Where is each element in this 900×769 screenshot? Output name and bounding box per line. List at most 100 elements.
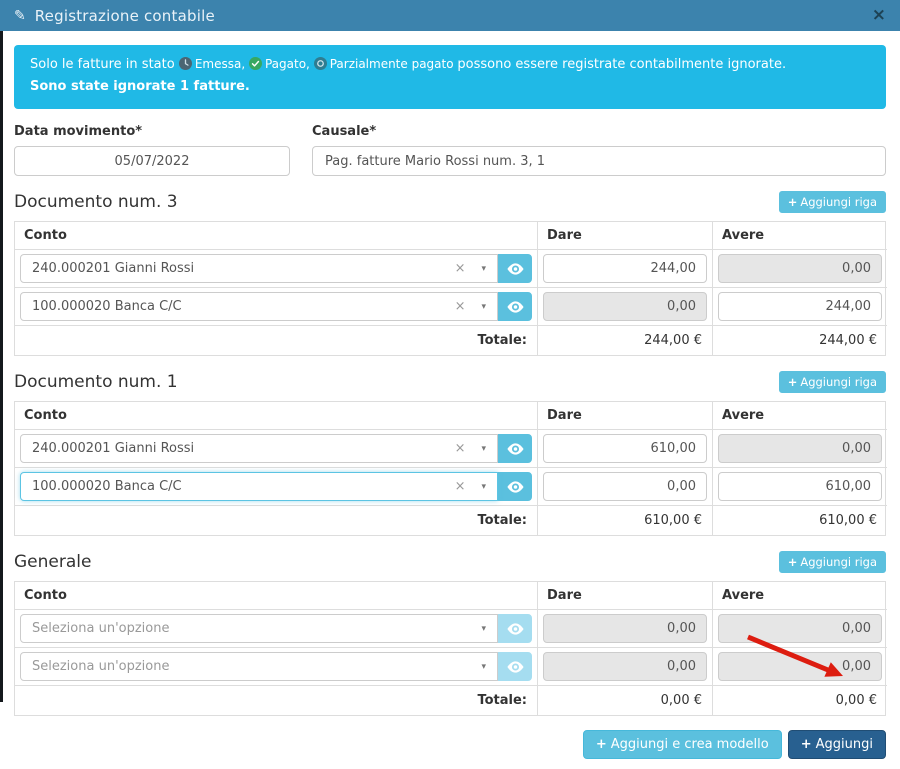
table-row: 240.000201 Gianni Rossi × ▾ (15, 249, 885, 287)
totale-dare: 610,00 € (537, 505, 712, 535)
top-form-row: Data movimento* Causale* (14, 124, 886, 176)
data-movimento-input[interactable] (14, 146, 290, 176)
data-movimento-field: Data movimento* (14, 124, 290, 176)
alert-line2: Sono state ignorate 1 fatture. (30, 76, 870, 98)
plus-icon: + (788, 375, 798, 389)
alert-suffix: possono essere registrate contabilmente … (457, 57, 786, 72)
view-account-button-disabled (498, 652, 532, 681)
view-account-button[interactable] (498, 472, 532, 501)
plus-icon: + (788, 195, 798, 209)
status-pagato: Pagato, (249, 57, 314, 71)
table-doc1: Conto Dare Avere 240.000201 Gianni Rossi… (14, 401, 886, 536)
avere-input (718, 652, 882, 681)
conto-group: 100.000020 Banca C/C × ▾ (20, 292, 532, 321)
section-doc1-title: Documento num. 1 (14, 372, 178, 392)
modal-backdrop-edge (0, 31, 3, 702)
conto-select[interactable]: 240.000201 Gianni Rossi × ▾ (20, 254, 498, 283)
check-circle-icon (249, 57, 262, 70)
plus-icon: + (788, 555, 798, 569)
totale-label: Totale: (15, 325, 537, 355)
dare-input[interactable] (543, 434, 707, 463)
eye-icon (507, 481, 524, 493)
eye-icon (507, 661, 524, 673)
conto-select[interactable]: 240.000201 Gianni Rossi × ▾ (20, 434, 498, 463)
totale-label: Totale: (15, 505, 537, 535)
partial-circle-icon (314, 57, 327, 70)
col-header-avere: Avere (712, 582, 887, 609)
info-alert: Solo le fatture in stato Emessa, Pagato,… (14, 45, 886, 109)
col-header-conto: Conto (15, 222, 537, 249)
add-row-button-doc1[interactable]: +Aggiungi riga (779, 371, 886, 393)
conto-select-placeholder: Seleziona un'opzione (32, 659, 481, 674)
totale-dare: 244,00 € (537, 325, 712, 355)
eye-icon (507, 301, 524, 313)
conto-select-value: 240.000201 Gianni Rossi (32, 441, 455, 456)
causale-label: Causale* (312, 124, 886, 139)
clear-icon[interactable]: × (455, 299, 466, 314)
conto-select-value: 100.000020 Banca C/C (32, 479, 455, 494)
pencil-icon: ✎ (14, 8, 26, 24)
table-generale: Conto Dare Avere Seleziona un'opzione ▾ (14, 581, 886, 716)
conto-select-empty[interactable]: Seleziona un'opzione ▾ (20, 614, 498, 643)
eye-icon (507, 623, 524, 635)
table-row: Seleziona un'opzione ▾ (15, 647, 885, 685)
chevron-down-icon: ▾ (481, 662, 486, 672)
col-header-avere: Avere (712, 402, 887, 429)
totale-row: Totale: 610,00 € 610,00 € (15, 505, 885, 535)
conto-select-empty[interactable]: Seleziona un'opzione ▾ (20, 652, 498, 681)
totale-dare: 0,00 € (537, 685, 712, 715)
dare-input (543, 292, 707, 321)
avere-input (718, 434, 882, 463)
dare-input[interactable] (543, 472, 707, 501)
section-doc3-title: Documento num. 3 (14, 192, 178, 212)
conto-select-focused[interactable]: 100.000020 Banca C/C × ▾ (20, 472, 498, 501)
view-account-button[interactable] (498, 254, 532, 283)
add-row-label: Aggiungi riga (800, 555, 877, 569)
dare-input (543, 614, 707, 643)
table-row: 240.000201 Gianni Rossi × ▾ (15, 429, 885, 467)
chevron-down-icon: ▾ (481, 444, 486, 454)
modal-body: Solo le fatture in stato Emessa, Pagato,… (0, 31, 900, 769)
close-icon[interactable]: × (872, 7, 886, 24)
section-doc1-header: Documento num. 1 +Aggiungi riga (14, 371, 886, 393)
avere-input[interactable] (718, 292, 882, 321)
causale-input[interactable] (312, 146, 886, 176)
table-header-row: Conto Dare Avere (15, 582, 885, 609)
col-header-avere: Avere (712, 222, 887, 249)
status-parzialmente-pagato: Parzialmente pagato (314, 57, 458, 71)
add-and-create-template-button[interactable]: + Aggiungi e crea modello (583, 730, 782, 759)
section-generale-header: Generale +Aggiungi riga (14, 551, 886, 573)
data-movimento-label: Data movimento* (14, 124, 290, 139)
add-button[interactable]: +Aggiungi (788, 730, 886, 759)
add-row-button-generale[interactable]: +Aggiungi riga (779, 551, 886, 573)
plus-icon: + (596, 737, 607, 752)
col-header-conto: Conto (15, 402, 537, 429)
conto-select[interactable]: 100.000020 Banca C/C × ▾ (20, 292, 498, 321)
modal-header: ✎ Registrazione contabile × (0, 0, 900, 31)
clear-icon[interactable]: × (455, 479, 466, 494)
view-account-button[interactable] (498, 292, 532, 321)
avere-input[interactable] (718, 472, 882, 501)
view-account-button[interactable] (498, 434, 532, 463)
status-emessa: Emessa, (179, 57, 249, 71)
status-pagato-label: Pagato, (265, 57, 310, 71)
add-row-label: Aggiungi riga (800, 195, 877, 209)
dare-input[interactable] (543, 254, 707, 283)
causale-field: Causale* (312, 124, 886, 176)
col-header-dare: Dare (537, 582, 712, 609)
plus-icon: + (801, 737, 812, 752)
view-account-button-disabled (498, 614, 532, 643)
conto-group: 240.000201 Gianni Rossi × ▾ (20, 254, 532, 283)
modal-footer: + Aggiungi e crea modello +Aggiungi (14, 730, 886, 759)
table-row: 100.000020 Banca C/C × ▾ (15, 287, 885, 325)
eye-icon (507, 443, 524, 455)
table-header-row: Conto Dare Avere (15, 222, 885, 249)
totale-row: Totale: 244,00 € 244,00 € (15, 325, 885, 355)
clear-icon[interactable]: × (455, 261, 466, 276)
add-and-create-template-label: Aggiungi e crea modello (611, 737, 769, 752)
clock-circle-icon (179, 57, 192, 70)
add-row-button-doc3[interactable]: +Aggiungi riga (779, 191, 886, 213)
alert-prefix: Solo le fatture in stato (30, 57, 175, 72)
col-header-dare: Dare (537, 402, 712, 429)
clear-icon[interactable]: × (455, 441, 466, 456)
